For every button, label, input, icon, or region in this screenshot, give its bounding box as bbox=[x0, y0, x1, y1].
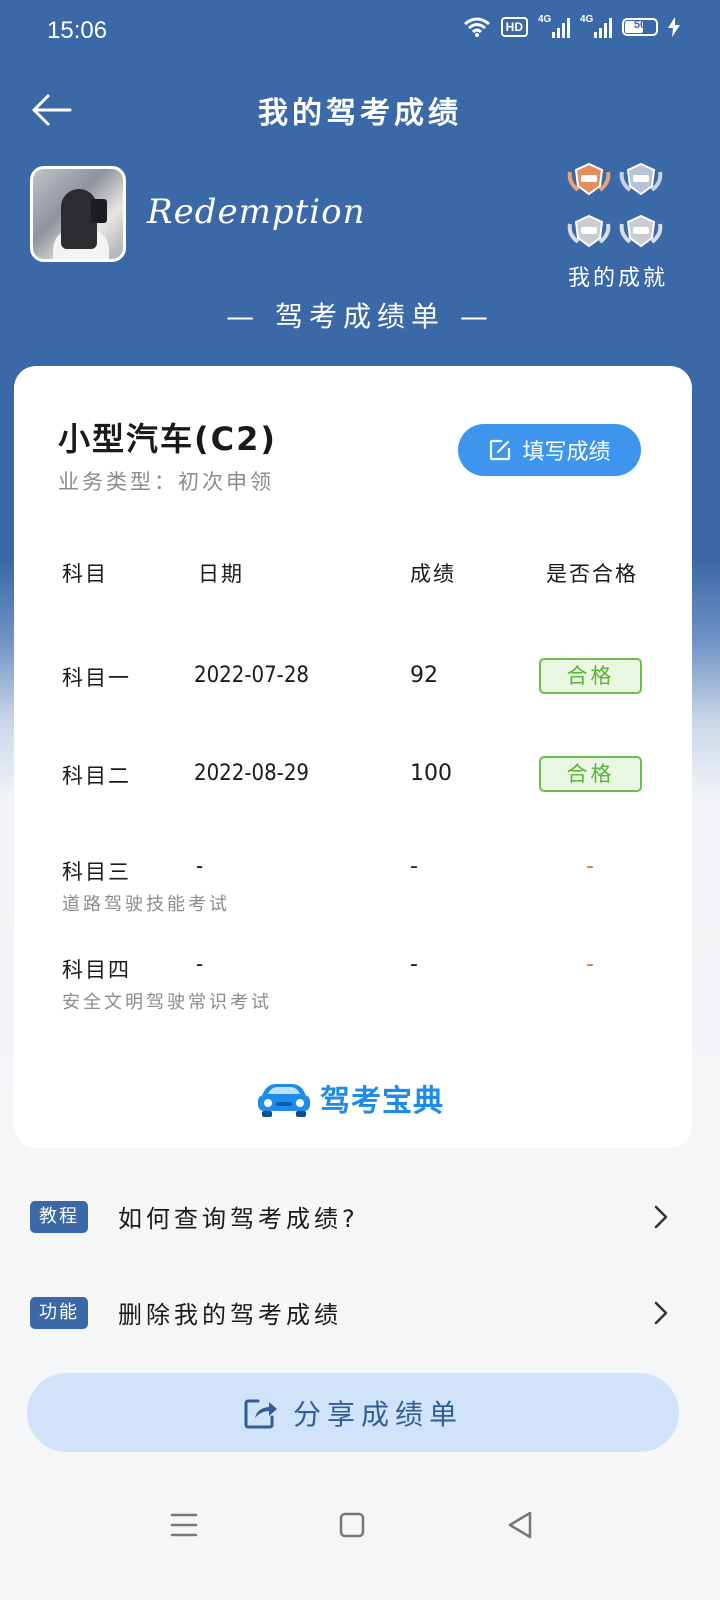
row-score: 92 bbox=[410, 663, 438, 688]
achievements-label[interactable]: 我的成就 bbox=[566, 260, 670, 292]
row-date: 2022-08-29 bbox=[194, 761, 310, 786]
status-icons: HD 4G 4G 50 bbox=[463, 14, 680, 38]
business-type: 业务类型：初次申领 bbox=[58, 470, 274, 494]
result-pending: - bbox=[586, 854, 594, 879]
back-triangle-icon[interactable] bbox=[500, 1505, 540, 1545]
tag-label: 功能 bbox=[30, 1297, 88, 1329]
signal-label: 4G bbox=[538, 14, 552, 25]
row-subject: 科目一 bbox=[62, 666, 131, 690]
list-item-text: 删除我的驾考成绩 bbox=[118, 1301, 342, 1329]
battery-icon: 50 bbox=[622, 18, 658, 36]
gray-badge-icon bbox=[567, 214, 611, 248]
column-header-score: 成绩 bbox=[410, 562, 456, 586]
page-title: 我的驾考成绩 bbox=[258, 96, 462, 131]
row-description: 道路驾驶技能考试 bbox=[62, 894, 230, 915]
row-date: - bbox=[196, 952, 204, 977]
signal-icon: 4G bbox=[580, 14, 612, 38]
section-title: — 驾考成绩单 — bbox=[226, 300, 494, 333]
row-score: 100 bbox=[410, 761, 452, 786]
list-item-tutorial[interactable]: 教程 如何查询驾考成绩? bbox=[0, 1177, 720, 1257]
avatar[interactable] bbox=[30, 166, 126, 262]
pass-badge: 合格 bbox=[539, 658, 642, 694]
fill-score-label: 填写成绩 bbox=[522, 440, 611, 465]
gray-badge-icon bbox=[619, 214, 663, 248]
silver-badge-icon bbox=[619, 162, 663, 196]
list-item-delete[interactable]: 功能 删除我的驾考成绩 bbox=[0, 1273, 720, 1353]
row-date: 2022-07-28 bbox=[194, 663, 310, 688]
brand-logo: 驾考宝典 bbox=[254, 1076, 444, 1120]
car-type: 小型汽车(C2) bbox=[58, 420, 278, 458]
username: Redemption bbox=[147, 192, 366, 232]
brand-name: 驾考宝典 bbox=[320, 1084, 444, 1119]
score-card: 小型汽车(C2) 业务类型：初次申领 填写成绩 科目 日期 成绩 是否合格 科目… bbox=[14, 366, 692, 1148]
row-subject: 科目三 bbox=[62, 860, 131, 884]
pass-badge: 合格 bbox=[539, 756, 642, 792]
result-pending: - bbox=[586, 952, 594, 977]
tag-label: 教程 bbox=[30, 1201, 88, 1233]
column-header-subject: 科目 bbox=[62, 562, 108, 586]
share-button[interactable]: 分享成绩单 bbox=[27, 1373, 679, 1452]
chevron-right-icon bbox=[654, 1301, 668, 1325]
menu-icon[interactable] bbox=[164, 1505, 204, 1545]
hd-badge: HD bbox=[500, 17, 528, 37]
share-icon bbox=[244, 1399, 277, 1428]
bronze-badge-icon bbox=[567, 162, 611, 196]
wifi-icon bbox=[463, 17, 490, 37]
row-description: 安全文明驾驶常识考试 bbox=[62, 992, 272, 1013]
row-date: - bbox=[196, 854, 204, 879]
chevron-right-icon bbox=[654, 1205, 668, 1229]
car-icon bbox=[258, 1084, 310, 1117]
row-subject: 科目二 bbox=[62, 764, 131, 788]
share-label: 分享成绩单 bbox=[292, 1397, 463, 1431]
signal-label: 4G bbox=[580, 14, 594, 25]
charging-icon bbox=[668, 17, 680, 37]
fill-score-button[interactable]: 填写成绩 bbox=[458, 424, 641, 476]
list-item-text: 如何查询驾考成绩? bbox=[118, 1205, 359, 1233]
row-score: - bbox=[410, 854, 418, 879]
status-time: 15:06 bbox=[47, 17, 108, 44]
signal-icon: 4G bbox=[538, 14, 570, 38]
battery-level: 50 bbox=[633, 19, 647, 31]
home-icon[interactable] bbox=[332, 1505, 372, 1545]
column-header-date: 日期 bbox=[198, 562, 244, 586]
edit-icon bbox=[490, 439, 511, 461]
row-score: - bbox=[410, 952, 418, 977]
column-header-pass: 是否合格 bbox=[546, 562, 638, 586]
row-subject: 科目四 bbox=[62, 958, 131, 982]
